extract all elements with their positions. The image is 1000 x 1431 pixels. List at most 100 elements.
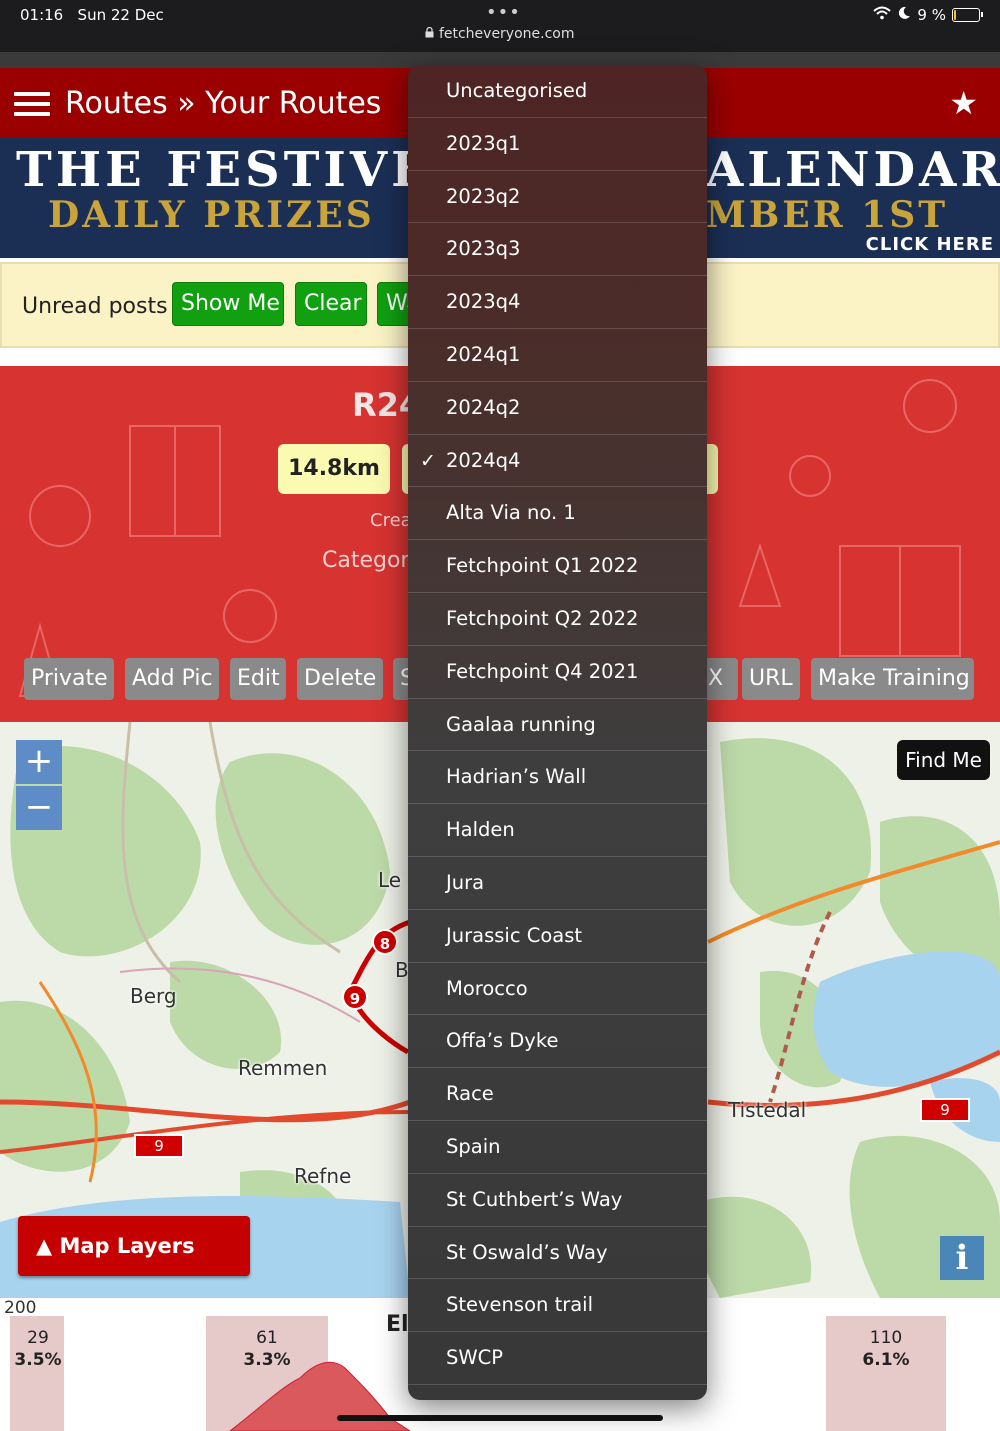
dropdown-option[interactable]: ✓ 2024q4 bbox=[408, 435, 707, 488]
elevation-title: El bbox=[386, 1312, 409, 1337]
edit-button[interactable]: Edit bbox=[230, 658, 286, 700]
status-date: Sun 22 Dec bbox=[77, 6, 164, 24]
info-icon[interactable]: i bbox=[940, 1236, 984, 1280]
battery-icon bbox=[952, 8, 983, 22]
dropdown-option-label: Offa’s Dyke bbox=[446, 1029, 559, 1053]
zoom-control: + − bbox=[16, 740, 62, 830]
dropdown-option[interactable]: Gaalaa running bbox=[408, 699, 707, 752]
banner-line2-right: MBER 1ST bbox=[706, 194, 949, 236]
hamburger-menu-icon[interactable] bbox=[14, 92, 50, 116]
dropdown-option-label: 2023q1 bbox=[446, 131, 521, 155]
place-label-le: Le bbox=[378, 868, 402, 892]
category-dropdown[interactable]: Uncategorised 2023q1 2023q2 2023q3 2023q4 202… bbox=[408, 65, 707, 1400]
dropdown-option-label: Halden bbox=[446, 818, 515, 842]
moon-icon bbox=[897, 6, 911, 24]
dropdown-option[interactable]: Jurassic Coast bbox=[408, 910, 707, 963]
lock-icon bbox=[425, 26, 438, 42]
dropdown-option[interactable]: Morocco bbox=[408, 963, 707, 1016]
dropdown-option-label: 2023q3 bbox=[446, 237, 521, 261]
dropdown-option-label: Fetchpoint Q2 2022 bbox=[446, 606, 639, 630]
banner-click-here[interactable]: CLICK HERE bbox=[866, 234, 994, 255]
dropdown-option-label: Alta Via no. 1 bbox=[446, 501, 576, 525]
status-time-date: 01:16 Sun 22 Dec bbox=[20, 6, 164, 24]
dropdown-option[interactable]: Halden bbox=[408, 804, 707, 857]
dropdown-option-label: St Cuthbert’s Way bbox=[446, 1187, 623, 1211]
star-icon[interactable]: ★ bbox=[949, 84, 978, 122]
battery-percent: 9 % bbox=[917, 6, 946, 24]
clear-button[interactable]: Clear bbox=[295, 282, 367, 326]
zoom-in-button[interactable]: + bbox=[16, 740, 62, 784]
place-label-remmen: Remmen bbox=[238, 1056, 328, 1080]
dropdown-option[interactable]: 2023q2 bbox=[408, 171, 707, 224]
url-button[interactable]: URL bbox=[742, 658, 800, 700]
find-me-button[interactable]: Find Me bbox=[897, 740, 990, 780]
status-bar: 01:16 Sun 22 Dec ••• fetcheveryone.com 9… bbox=[0, 0, 1000, 52]
place-label-berg: Berg bbox=[130, 984, 177, 1008]
dropdown-option[interactable]: Race bbox=[408, 1068, 707, 1121]
dropdown-option-label: 2024q4 bbox=[446, 448, 521, 472]
page-title[interactable]: Routes » Your Routes bbox=[65, 86, 381, 121]
dropdown-option[interactable]: Uncategorised bbox=[408, 65, 707, 118]
dropdown-option[interactable]: 2024q2 bbox=[408, 382, 707, 435]
climb-marker-grade: 3.3% bbox=[243, 1350, 291, 1370]
multitask-dots-icon[interactable]: ••• bbox=[486, 2, 521, 23]
checkmark-icon: ✓ bbox=[420, 449, 436, 472]
dropdown-option[interactable]: St Oswald’s Way bbox=[408, 1227, 707, 1280]
dropdown-option-label: 2023q2 bbox=[446, 184, 521, 208]
dropdown-option-label: Fetchpoint Q1 2022 bbox=[446, 554, 639, 578]
dropdown-option[interactable]: Fetchpoint Q4 2021 bbox=[408, 646, 707, 699]
dropdown-option[interactable]: St Cuthbert’s Way bbox=[408, 1174, 707, 1227]
home-indicator[interactable] bbox=[337, 1415, 663, 1421]
dropdown-option-label: 2024q2 bbox=[446, 395, 521, 419]
dropdown-option-label: Spain bbox=[446, 1134, 501, 1158]
map-layers-button[interactable]: ▲ Map Layers bbox=[18, 1216, 250, 1276]
unread-posts-label: Unread posts bbox=[22, 294, 168, 319]
place-label-refne: Refne bbox=[294, 1164, 352, 1188]
status-time: 01:16 bbox=[20, 6, 64, 24]
delete-button[interactable]: Delete bbox=[297, 658, 383, 700]
climb-marker-value: 110 bbox=[869, 1328, 903, 1348]
dropdown-option[interactable]: Hadrian’s Wall bbox=[408, 751, 707, 805]
dropdown-option-label: Gaalaa running bbox=[446, 712, 596, 736]
address-bar[interactable]: fetcheveryone.com bbox=[0, 26, 1000, 42]
make-training-button[interactable]: Make Training bbox=[811, 658, 974, 700]
zoom-out-button[interactable]: − bbox=[16, 786, 62, 830]
show-me-button[interactable]: Show Me bbox=[172, 282, 284, 326]
dropdown-option[interactable]: 2023q1 bbox=[408, 118, 707, 171]
dropdown-option[interactable]: Offa’s Dyke bbox=[408, 1015, 707, 1069]
climb-marker-grade: 3.5% bbox=[14, 1350, 62, 1370]
dropdown-option[interactable]: SWCP bbox=[408, 1332, 707, 1385]
dropdown-option-label: Stevenson trail bbox=[446, 1293, 594, 1317]
add-pic-button[interactable]: Add Pic bbox=[125, 658, 219, 700]
battery-fill bbox=[954, 10, 957, 20]
dropdown-option[interactable]: Spain bbox=[408, 1121, 707, 1174]
route-waypoint-8[interactable]: 8 bbox=[372, 929, 398, 955]
dropdown-option-label: Hadrian’s Wall bbox=[446, 765, 587, 789]
elevation-axis-max: 200 bbox=[4, 1298, 37, 1318]
dropdown-option[interactable]: 2024q1 bbox=[408, 329, 707, 382]
wifi-icon bbox=[873, 6, 892, 24]
climb-marker-value: 61 bbox=[256, 1328, 278, 1348]
dropdown-option-label: Race bbox=[446, 1082, 494, 1106]
dropdown-option-label: Jura bbox=[446, 870, 485, 894]
dropdown-option-label: 2024q1 bbox=[446, 342, 521, 366]
dropdown-option[interactable]: Alta Via no. 1 bbox=[408, 487, 707, 541]
road-sign-9-west: 9 bbox=[134, 1134, 184, 1158]
dropdown-option-label: Morocco bbox=[446, 976, 528, 1000]
status-icons: 9 % bbox=[873, 6, 983, 24]
dropdown-option-label: Jurassic Coast bbox=[446, 923, 583, 947]
route-waypoint-9[interactable]: 9 bbox=[342, 984, 368, 1010]
dropdown-option-label: SWCP bbox=[446, 1346, 504, 1370]
banner-line1-right: ALENDAR bbox=[706, 142, 1000, 198]
dropdown-option-label: Fetchpoint Q4 2021 bbox=[446, 659, 639, 683]
private-button[interactable]: Private bbox=[24, 658, 114, 700]
dropdown-option[interactable]: 2023q4 bbox=[408, 276, 707, 329]
climb-marker-value: 29 bbox=[27, 1328, 49, 1348]
dropdown-option[interactable]: Fetchpoint Q2 2022 bbox=[408, 593, 707, 646]
dropdown-option[interactable]: 2023q3 bbox=[408, 223, 707, 277]
dropdown-option[interactable]: Stevenson trail bbox=[408, 1279, 707, 1333]
url-text: fetcheveryone.com bbox=[438, 26, 575, 42]
dropdown-option[interactable]: Fetchpoint Q1 2022 bbox=[408, 540, 707, 593]
place-label-b: B bbox=[395, 958, 409, 982]
dropdown-option[interactable]: Jura bbox=[408, 857, 707, 910]
